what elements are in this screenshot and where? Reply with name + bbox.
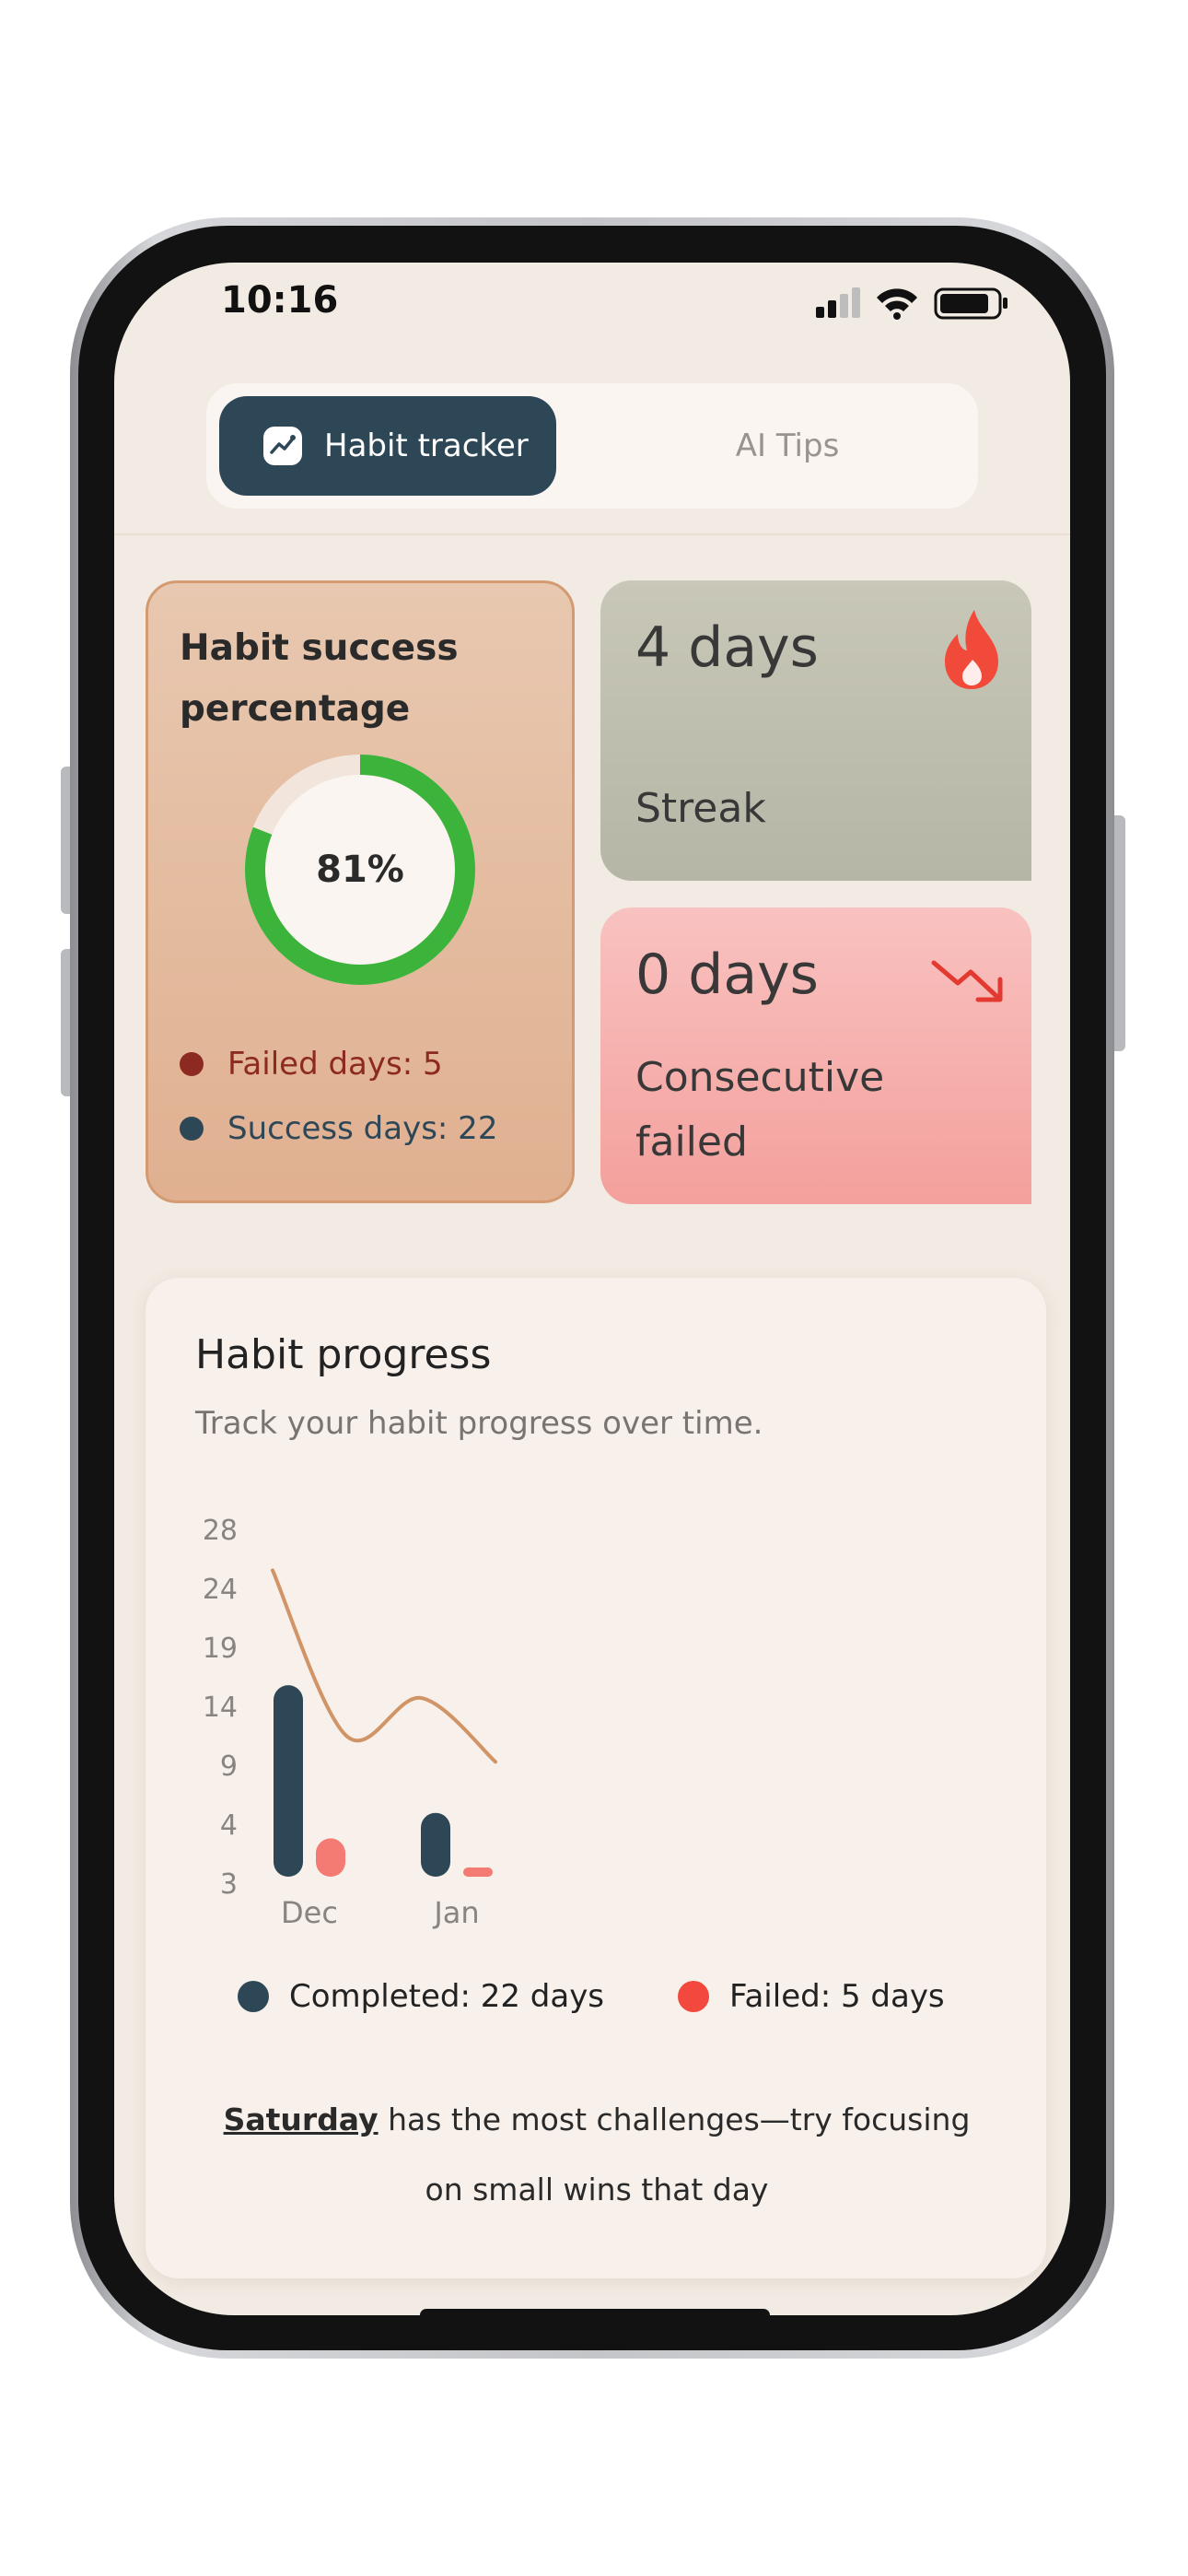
progress-subtitle: Track your habit progress over time.: [195, 1405, 763, 1442]
cellular-signal-icon: [816, 287, 860, 318]
legend-failed-days: Failed days: 5: [180, 1046, 443, 1083]
y-tick-label: 24: [203, 1574, 238, 1606]
bar-completed: [274, 1685, 303, 1877]
success-percentage-card: Habit success percentage 81% Failed days…: [146, 580, 575, 1203]
y-tick-label: 14: [203, 1692, 238, 1724]
wifi-icon: [877, 288, 917, 320]
success-card-title: Habit success percentage: [180, 627, 459, 730]
bar-completed: [421, 1812, 450, 1877]
y-tick-label: 4: [220, 1809, 238, 1842]
x-tick-label: Dec: [281, 1895, 338, 1930]
y-tick-label: 9: [220, 1751, 238, 1783]
streak-value: 4 days: [635, 615, 819, 680]
insight-text: Saturday has the most challenges—try foc…: [219, 2085, 974, 2225]
tab-habit-tracker-label: Habit tracker: [324, 427, 529, 464]
trend-chart-icon: [263, 427, 302, 465]
failed-value: 0 days: [635, 943, 819, 1007]
failed-label: Consecutive failed: [635, 1054, 885, 1165]
bar-failed: [316, 1838, 345, 1877]
success-dot: [180, 1117, 204, 1141]
legend-completed-label: Completed: 22 days: [289, 1978, 605, 2015]
status-time: 10:16: [221, 279, 339, 322]
header-divider: [114, 533, 1070, 535]
trending-down-icon: [931, 960, 1003, 1002]
legend-failed: Failed: 5 days: [678, 1978, 945, 2015]
insight-body: has the most challenges—try focusing on …: [378, 2102, 971, 2207]
failed-legend-dot: [678, 1981, 710, 2012]
streak-card: 4 days Streak: [600, 580, 1031, 881]
y-tick-label: 28: [203, 1515, 238, 1547]
streak-label: Streak: [635, 785, 766, 832]
consecutive-failed-card: 0 days Consecutive failed: [600, 907, 1031, 1204]
y-tick-label: 19: [203, 1633, 238, 1665]
legend-failed-label: Failed: 5 days: [729, 1978, 945, 2015]
home-indicator: [420, 2309, 770, 2322]
bar-failed: [463, 1868, 493, 1877]
flame-icon: [945, 610, 998, 689]
legend-completed: Completed: 22 days: [238, 1978, 604, 2015]
progress-title: Habit progress: [195, 1331, 492, 1378]
x-tick-label: Jan: [432, 1895, 479, 1930]
completed-dot: [238, 1981, 269, 2012]
chart-legend: Completed: 22 days Failed: 5 days: [238, 1978, 974, 2015]
tab-ai-tips[interactable]: AI Tips: [610, 396, 965, 496]
habit-progress-card: Habit progress Track your habit progress…: [146, 1278, 1046, 2278]
success-percent-label: 81%: [316, 849, 404, 891]
status-icons: [816, 287, 1007, 320]
failed-dot: [180, 1052, 204, 1076]
page: 10:16 Habit tracker AI Tips Habit succes…: [0, 0, 1188, 2576]
trend-line: [271, 1568, 497, 1764]
battery-icon: [934, 287, 1007, 320]
insight-day[interactable]: Saturday: [224, 2102, 379, 2137]
tab-habit-tracker[interactable]: Habit tracker: [219, 396, 556, 496]
success-days-label: Success days: 22: [227, 1110, 498, 1147]
app-screen: 10:16 Habit tracker AI Tips Habit succes…: [114, 263, 1070, 2315]
habit-progress-chart: 28 24 19 14 9 4 3 Dec Jan: [203, 1515, 497, 1930]
tab-bar: Habit tracker AI Tips: [206, 383, 978, 509]
y-tick-label: 3: [220, 1868, 238, 1901]
failed-days-label: Failed days: 5: [227, 1046, 443, 1083]
legend-success-days: Success days: 22: [180, 1110, 497, 1147]
